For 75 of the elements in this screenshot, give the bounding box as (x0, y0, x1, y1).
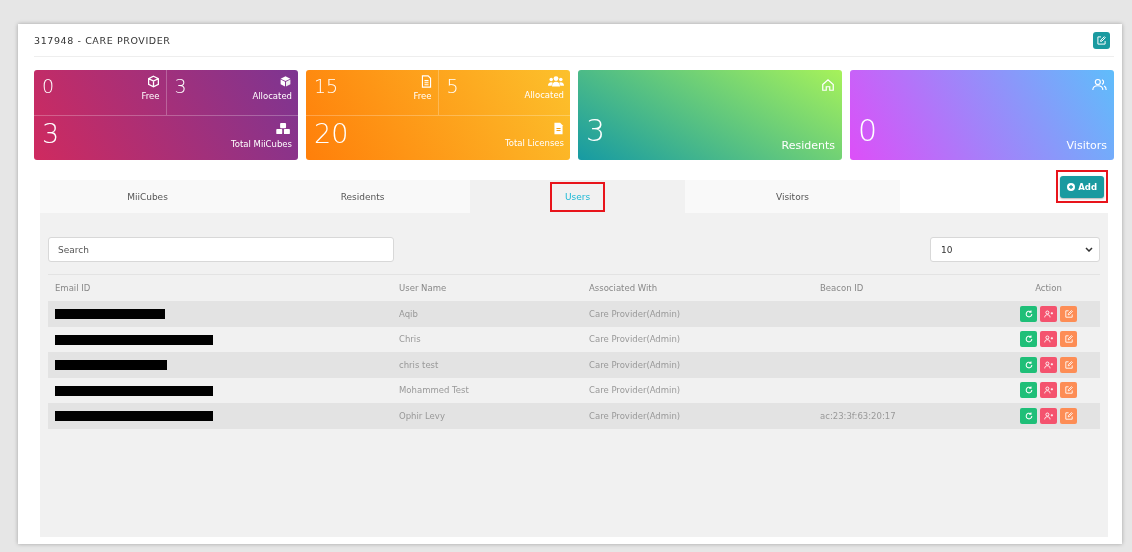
table-cell: Care Provider(Admin) (589, 410, 681, 421)
document-icon (420, 75, 432, 88)
cubes-icon (275, 122, 292, 136)
table-cell: chris test (399, 359, 439, 370)
cube-icon (146, 75, 160, 88)
user-button[interactable] (1040, 305, 1057, 322)
refresh-icon (1024, 360, 1033, 369)
search-field[interactable]: Search (48, 237, 394, 262)
user-icon (1044, 309, 1053, 318)
user-icon (1044, 335, 1053, 344)
table-cell: Care Provider(Admin) (589, 308, 681, 319)
stat-label: Free (413, 91, 432, 101)
edit-button[interactable] (1060, 305, 1077, 322)
table-cell: Chris (399, 334, 421, 345)
stat-value: 5 (446, 75, 459, 99)
edit-button[interactable] (1093, 31, 1110, 49)
stat-value: 3 (42, 118, 60, 150)
user-icon (1044, 411, 1053, 420)
stat-label: Allocated (252, 91, 292, 101)
refresh-button[interactable] (1020, 331, 1037, 348)
table-cell: ac:23:3f:63:20:17 (820, 410, 896, 421)
stat-label: Free (141, 91, 160, 101)
stat-label: Visitors (1066, 139, 1107, 152)
table-cell: Mohammed Test (399, 385, 469, 396)
edit-icon (1064, 335, 1073, 344)
stat-label: Total Licenses (504, 138, 564, 148)
edit-icon (1064, 411, 1073, 420)
table-cell: Ophir Levy (399, 410, 445, 421)
users-icon (1092, 78, 1107, 91)
user-button[interactable] (1040, 331, 1057, 348)
edit-button[interactable] (1060, 331, 1077, 348)
stat-value: 3 (174, 75, 187, 99)
edit-button[interactable] (1060, 356, 1077, 373)
chevron-down-icon (1085, 247, 1093, 252)
edit-icon (1064, 360, 1073, 369)
page-size-select[interactable]: 10 (930, 237, 1100, 262)
stat-label: Allocated (524, 90, 564, 100)
page-title: 317948 - CARE PROVIDER (34, 34, 171, 46)
refresh-icon (1024, 309, 1033, 318)
plus-circle-icon (1067, 183, 1076, 191)
edit-icon (1064, 386, 1073, 395)
stat-value: 0 (42, 75, 55, 99)
home-icon (821, 78, 835, 92)
edit-icon (1097, 35, 1106, 45)
refresh-icon (1024, 335, 1033, 344)
table-cell: Aqib (399, 308, 418, 319)
refresh-button[interactable] (1020, 382, 1037, 399)
stat-label: Total MiiCubes (231, 139, 292, 149)
refresh-icon (1024, 411, 1033, 420)
stat-label: Residents (781, 139, 835, 152)
document-icon (553, 122, 564, 135)
edit-button[interactable] (1060, 382, 1077, 399)
user-button[interactable] (1040, 407, 1057, 424)
user-icon (1044, 386, 1053, 395)
table-cell: Care Provider(Admin) (589, 334, 681, 345)
user-button[interactable] (1040, 356, 1057, 373)
refresh-button[interactable] (1020, 305, 1037, 322)
edit-icon (1064, 309, 1073, 318)
edit-button[interactable] (1060, 407, 1077, 424)
stat-value: 0 (858, 115, 878, 147)
stat-value: 20 (314, 118, 349, 150)
refresh-button[interactable] (1020, 407, 1037, 424)
tab[interactable]: Visitors (685, 180, 900, 213)
tab[interactable]: Residents (255, 180, 470, 213)
users-icon (548, 75, 564, 87)
table-cell: Care Provider(Admin) (589, 385, 681, 396)
refresh-button[interactable] (1020, 356, 1037, 373)
stat-value: 15 (314, 75, 339, 99)
user-button[interactable] (1040, 382, 1057, 399)
table-cell: Care Provider(Admin) (589, 359, 681, 370)
refresh-icon (1024, 386, 1033, 395)
user-icon (1044, 360, 1053, 369)
tab[interactable]: MiiCubes (40, 180, 255, 213)
stat-value: 3 (586, 115, 606, 147)
cube-icon (279, 75, 292, 88)
